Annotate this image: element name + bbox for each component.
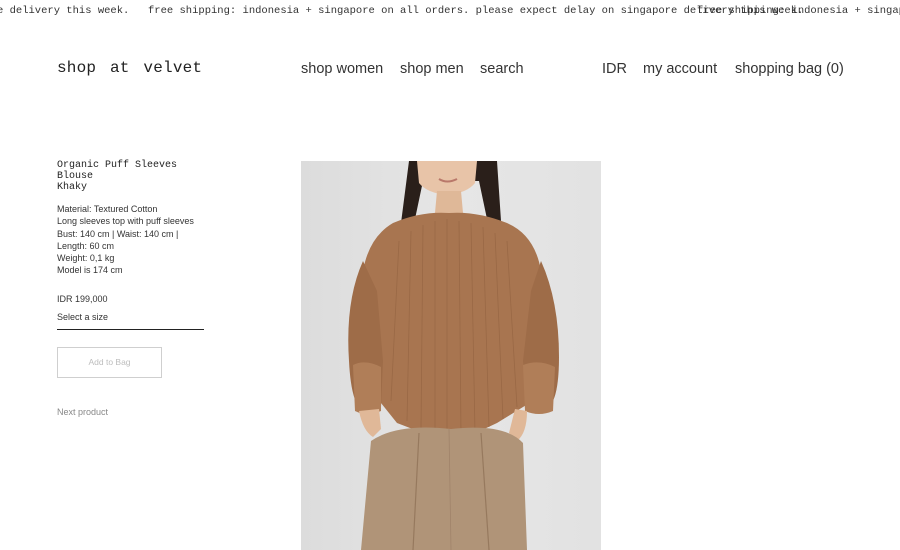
- size-select[interactable]: Select a size: [57, 312, 204, 330]
- description-line: Model is 174 cm: [57, 265, 123, 276]
- product-price: IDR 199,000: [57, 293, 108, 304]
- product-title-name: Organic Puff Sleeves Blouse: [57, 160, 178, 182]
- product-title: Organic Puff Sleeves Blouse Khaky: [57, 160, 217, 193]
- announcement-text-partial-left: e delivery this week.: [0, 5, 130, 17]
- product-description: Material: Textured Cotton Long sleeves t…: [57, 203, 217, 277]
- add-to-bag-button[interactable]: Add to Bag: [57, 347, 162, 378]
- nav-shop-women[interactable]: shop women: [301, 61, 383, 77]
- nav-shop-men[interactable]: shop men: [400, 61, 464, 77]
- product-title-color: Khaky: [57, 182, 88, 193]
- product-image: [301, 161, 601, 550]
- description-line: Weight: 0,1 kg: [57, 253, 115, 264]
- description-line: Long sleeves top with puff sleeves: [57, 216, 194, 227]
- product-photo-illustration: [301, 161, 601, 550]
- shopping-bag-link[interactable]: shopping bag (0): [735, 61, 844, 77]
- announcement-text-partial-right: free shipping: indonesia + singapore on …: [697, 5, 900, 17]
- size-select-label: Select a size: [57, 312, 109, 322]
- description-line: Length: 60 cm: [57, 240, 115, 251]
- next-product-link[interactable]: Next product: [57, 407, 108, 417]
- product-info: Organic Puff Sleeves Blouse Khaky Materi…: [57, 160, 217, 417]
- announcement-bar: e delivery this week. free shipping: ind…: [0, 0, 900, 22]
- site-logo[interactable]: shop at velvet: [57, 59, 202, 77]
- currency-selector[interactable]: IDR: [602, 61, 627, 77]
- nav-search[interactable]: search: [480, 61, 524, 77]
- my-account-link[interactable]: my account: [643, 61, 717, 77]
- description-line: Bust: 140 cm | Waist: 140 cm |: [57, 228, 179, 239]
- description-line: Material: Textured Cotton: [57, 204, 158, 214]
- site-header: shop at velvet shop women shop men searc…: [0, 56, 900, 86]
